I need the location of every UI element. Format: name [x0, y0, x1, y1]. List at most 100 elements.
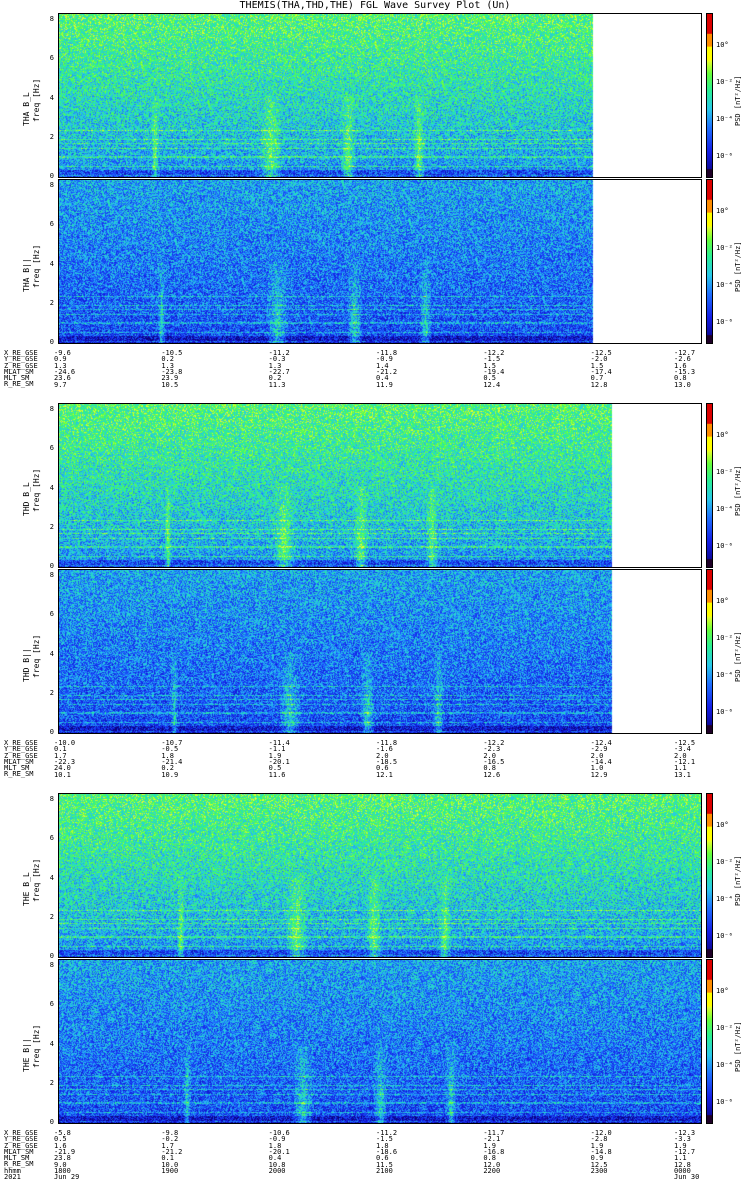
- colorbar-tick-label: 10⁻²: [716, 1024, 733, 1032]
- ephemeris-value: 12.9: [590, 770, 608, 779]
- freq-tick-label: 4: [49, 483, 54, 492]
- freq-tick-label: 6: [49, 444, 54, 453]
- ephemeris-value: 12.8: [590, 380, 608, 389]
- freq-tick-label: 6: [49, 834, 54, 843]
- colorbar-tick-label: 10⁻⁶: [716, 318, 733, 326]
- colorbar-title: PSD [nT²/Hz]: [734, 854, 742, 906]
- colorbar-tick-label: 10⁻²: [716, 634, 733, 642]
- panel-frame: [58, 13, 702, 178]
- freq-tick-label: 8: [49, 405, 54, 413]
- colorbar-tick-label: 10°: [716, 821, 729, 829]
- colorbar-tick-label: 10°: [716, 207, 729, 215]
- ephemeris-value: 10.1: [54, 770, 71, 779]
- ephemeris-value: 1900: [161, 1166, 179, 1175]
- ephemeris-row-labels: X_RE_GSE Y_RE_GSE Z_RE_GSE MLAT_SM MLT_S…: [4, 1129, 38, 1182]
- colorbar-tick-label: 10⁻⁶: [716, 708, 733, 716]
- colorbar-tick-label: 10⁻⁴: [716, 895, 733, 903]
- colorbar: [706, 403, 713, 568]
- panel-frame: [58, 179, 702, 344]
- freq-tick-label: 0: [49, 562, 54, 570]
- freq-tick-label: 8: [49, 961, 54, 969]
- ephemeris-value: 11.6: [268, 770, 286, 779]
- freq-tick-label: 8: [49, 15, 54, 23]
- spectrogram-panel: [58, 793, 702, 958]
- freq-tick-label: 2: [49, 688, 54, 697]
- colorbar-tick-label: 10⁻²: [716, 468, 733, 476]
- colorbar-tick-label: 10⁻⁶: [716, 542, 733, 550]
- spectrogram-panel: [58, 403, 702, 568]
- ephemeris-row-labels: X_RE_GSE Y_RE_GSE Z_RE_GSE MLAT_SM MLT_S…: [4, 349, 38, 389]
- panel-ylabel: THE B_L: [22, 871, 31, 906]
- colorbar-tick-label: 10°: [716, 41, 729, 49]
- panel-frame: [58, 569, 702, 734]
- freq-tick-label: 2: [49, 912, 54, 921]
- ephemeris-value: Jun 29: [54, 1173, 80, 1182]
- freq-tick-label: 2: [49, 132, 54, 141]
- panel-ylabel: THE B||: [22, 1037, 31, 1072]
- colorbar: [706, 569, 713, 734]
- spectrogram-panel: [58, 13, 702, 178]
- plot-title: THEMIS(THA,THD,THE) FGL Wave Survey Plot…: [239, 0, 511, 11]
- ephemeris-value: 10.9: [161, 770, 179, 779]
- freq-tick-label: 8: [49, 571, 54, 579]
- colorbar-tick-label: 10⁻⁴: [716, 281, 733, 289]
- ephemeris-value: 13.1: [674, 770, 691, 779]
- freq-tick-label: 6: [49, 54, 54, 63]
- panel-frame: [58, 403, 702, 568]
- ephemeris-row-labels: X_RE_GSE Y_RE_GSE Z_RE_GSE MLAT_SM MLT_S…: [4, 739, 38, 779]
- panel-ylabel: THD B_L: [22, 481, 31, 516]
- colorbar-tick-label: 10°: [716, 597, 729, 605]
- ephemeris-value: 11.3: [268, 380, 286, 389]
- ephemeris-value: 12.1: [376, 770, 393, 779]
- colorbar-title: PSD [nT²/Hz]: [734, 74, 742, 126]
- ephemeris-value: 2100: [376, 1166, 393, 1175]
- colorbar: [706, 959, 713, 1124]
- freq-tick-label: 0: [49, 728, 54, 736]
- ephemeris-value: 2000: [268, 1166, 286, 1175]
- spectrogram-panel: [58, 959, 702, 1124]
- panel-ylabel: THA B||: [22, 257, 31, 292]
- colorbar-title: PSD [nT²/Hz]: [734, 1020, 742, 1072]
- freq-tick-label: 2: [49, 1078, 54, 1087]
- freq-tick-label: 6: [49, 220, 54, 229]
- colorbar-tick-label: 10⁻²: [716, 244, 733, 252]
- panel-frame: [58, 793, 702, 958]
- colorbar-tick-label: 10⁻²: [716, 78, 733, 86]
- ephemeris-value: 2200: [483, 1166, 501, 1175]
- colorbar-tick-label: 10⁻⁶: [716, 932, 733, 940]
- colorbar-tick-label: 10⁻⁶: [716, 152, 733, 160]
- colorbar-tick-label: 10⁻⁴: [716, 671, 733, 679]
- ephemeris-value: 12.4: [483, 380, 501, 389]
- ephemeris-value: 9.7: [54, 380, 67, 389]
- freq-tick-label: 0: [49, 172, 54, 180]
- colorbar-tick-label: 10°: [716, 431, 729, 439]
- ephemeris-value: 10.5: [161, 380, 179, 389]
- freq-tick-label: 4: [49, 649, 54, 658]
- panel-ylabel: THD B||: [22, 647, 31, 682]
- freq-tick-label: 8: [49, 181, 54, 189]
- colorbar: [706, 179, 713, 344]
- ephemeris-value: 2300: [590, 1166, 608, 1175]
- freq-tick-label: 0: [49, 1118, 54, 1126]
- colorbar-tick-label: 10°: [716, 987, 729, 995]
- colorbar-title: PSD [nT²/Hz]: [734, 630, 742, 682]
- spectrogram-panel: [58, 179, 702, 344]
- freq-tick-label: 6: [49, 610, 54, 619]
- freq-tick-label: 0: [49, 952, 54, 960]
- colorbar-title: PSD [nT²/Hz]: [734, 240, 742, 292]
- ephemeris-value: Jun 30: [674, 1173, 700, 1182]
- freq-tick-label: 4: [49, 93, 54, 102]
- panel-frame: [58, 959, 702, 1124]
- freq-tick-label: 2: [49, 298, 54, 307]
- colorbar: [706, 793, 713, 958]
- ephemeris-value: 11.9: [376, 380, 393, 389]
- panel-ylabel: THA B_L: [22, 91, 31, 126]
- colorbar-tick-label: 10⁻⁴: [716, 505, 733, 513]
- colorbar-tick-label: 10⁻⁴: [716, 115, 733, 123]
- colorbar-tick-label: 10⁻²: [716, 858, 733, 866]
- colorbar: [706, 13, 713, 178]
- colorbar-title: PSD [nT²/Hz]: [734, 464, 742, 516]
- ephemeris-value: 13.0: [674, 380, 691, 389]
- freq-tick-label: 4: [49, 259, 54, 268]
- freq-tick-label: 8: [49, 795, 54, 803]
